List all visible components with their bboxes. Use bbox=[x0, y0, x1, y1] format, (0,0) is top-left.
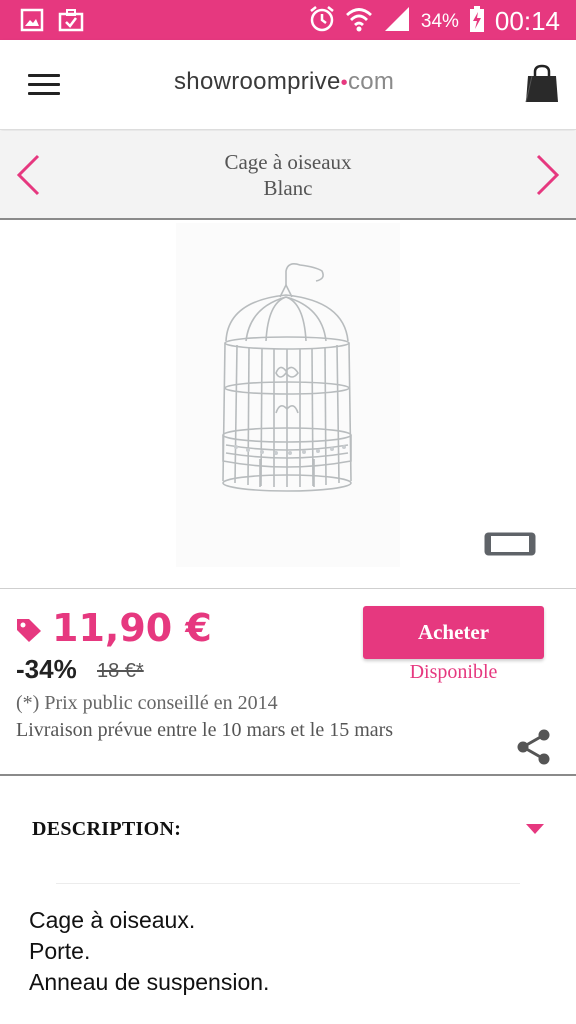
price-tag-icon bbox=[15, 617, 43, 648]
product-title: Cage à oiseaux bbox=[224, 150, 352, 174]
logo-text: showroomprive bbox=[174, 68, 341, 95]
logo-suffix: com bbox=[347, 68, 395, 95]
product-nav: Cage à oiseaux Blanc bbox=[0, 131, 576, 220]
description-header[interactable]: DESCRIPTION: bbox=[0, 778, 576, 878]
price: 11,90 € bbox=[52, 606, 212, 650]
price-block: 11,90 € -34% 18 €* (*) Prix public conse… bbox=[0, 590, 576, 776]
rotate-phone-icon[interactable] bbox=[483, 531, 537, 562]
share-icon[interactable] bbox=[515, 728, 553, 771]
description-body: Cage à oiseaux. Porte. Anneau de suspens… bbox=[29, 905, 269, 998]
clock: 00:14 bbox=[494, 6, 560, 36]
description-title: DESCRIPTION: bbox=[32, 818, 182, 840]
description-line: Anneau de suspension. bbox=[29, 969, 270, 995]
alarm-icon bbox=[309, 5, 335, 38]
shopping-bag-icon[interactable] bbox=[524, 64, 560, 109]
discount: -34% bbox=[16, 654, 77, 684]
availability-status: Disponible bbox=[409, 661, 498, 683]
status-bar: 34% 00:14 bbox=[0, 0, 576, 40]
logo-dot: • bbox=[340, 72, 348, 94]
product-image[interactable] bbox=[176, 223, 400, 567]
logo[interactable]: showroomprive•com bbox=[174, 68, 394, 96]
buy-button[interactable]: Acheter bbox=[363, 606, 544, 659]
old-price: 18 €* bbox=[97, 660, 144, 682]
description-line: Porte. bbox=[29, 938, 91, 964]
briefcase-check-icon bbox=[58, 8, 84, 37]
delivery-info: Livraison prévue entre le 10 mars et le … bbox=[16, 719, 394, 741]
next-arrow-icon[interactable] bbox=[534, 153, 562, 202]
signal-icon bbox=[383, 5, 411, 38]
description-line: Cage à oiseaux. bbox=[29, 907, 196, 933]
battery-percent: 34% bbox=[420, 10, 459, 32]
chevron-down-icon[interactable] bbox=[526, 824, 544, 834]
battery-charging-icon bbox=[469, 5, 485, 38]
product-image-area bbox=[0, 221, 576, 589]
divider bbox=[56, 883, 520, 884]
product-color: Blanc bbox=[263, 176, 313, 200]
gallery-icon bbox=[20, 8, 44, 37]
app-header: showroomprive•com bbox=[0, 40, 576, 130]
hamburger-icon[interactable] bbox=[28, 74, 60, 96]
price-note: (*) Prix public conseillé en 2014 bbox=[16, 692, 278, 714]
wifi-icon bbox=[345, 5, 373, 38]
